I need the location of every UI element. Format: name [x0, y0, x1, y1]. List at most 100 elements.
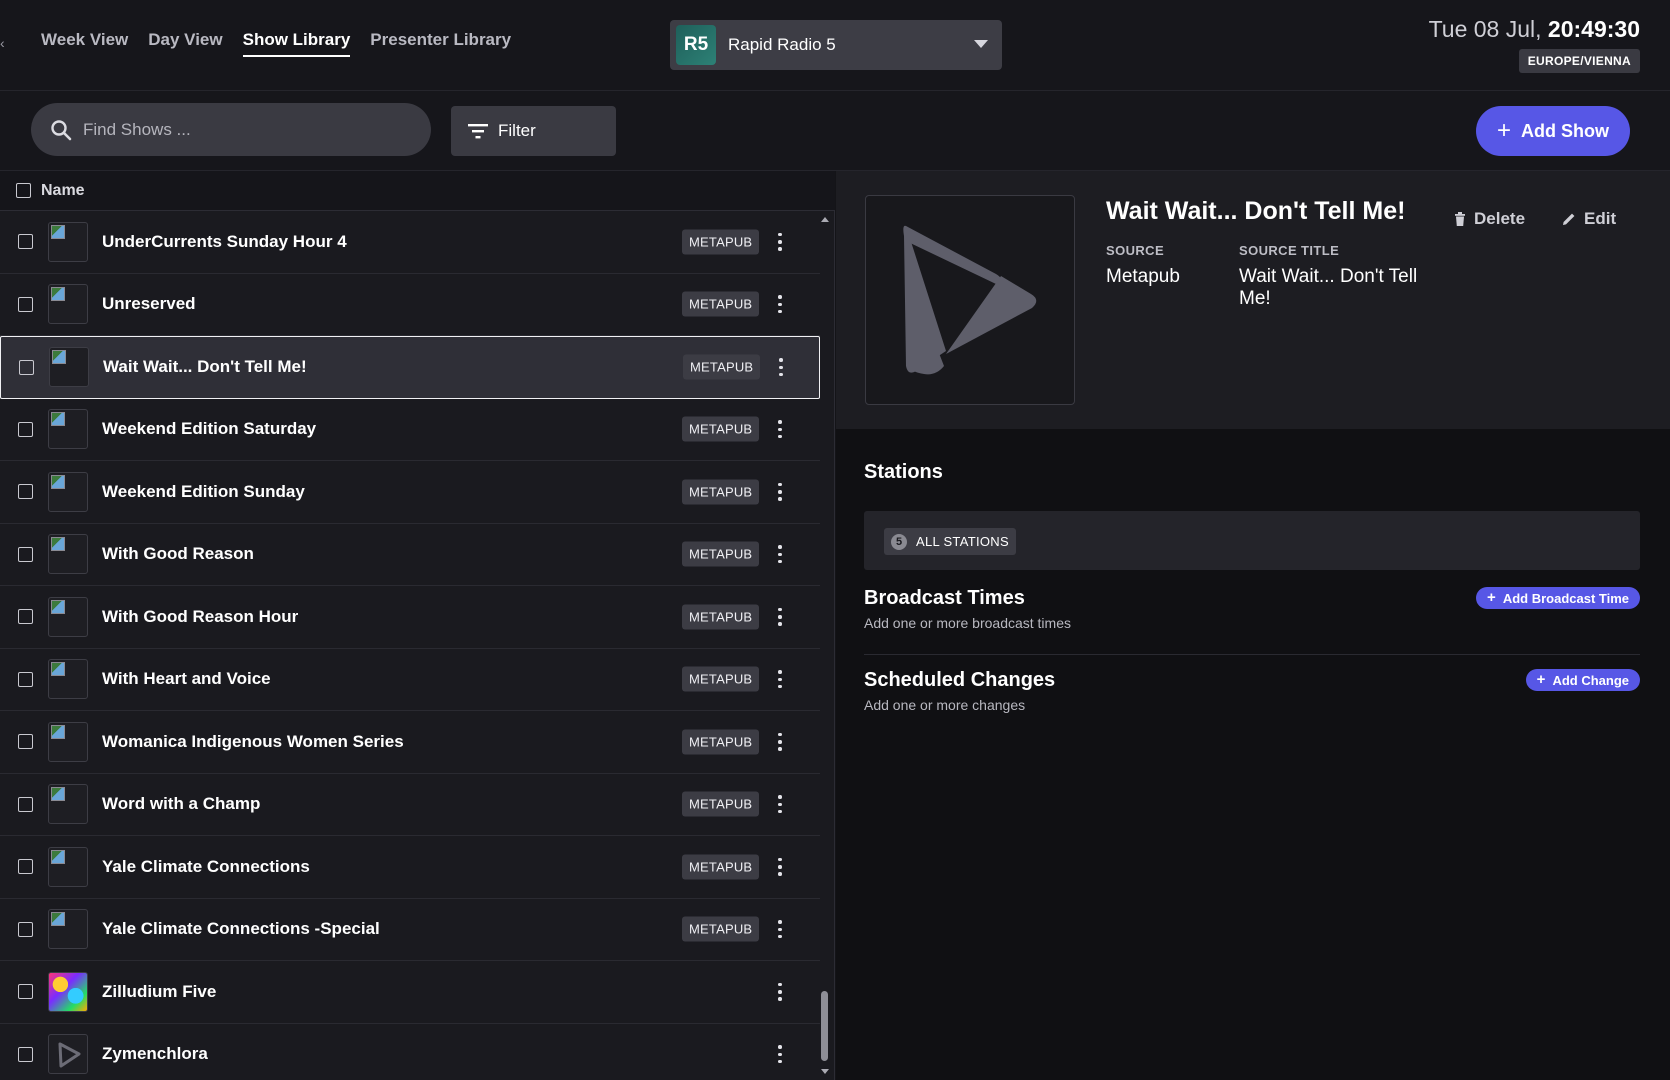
show-row[interactable]: Yale Climate Connections METAPUB [0, 836, 820, 899]
source-badge: METAPUB [682, 541, 760, 567]
show-thumbnail [49, 347, 89, 388]
source-badge: METAPUB [682, 291, 760, 317]
all-stations-label: ALL STATIONS [916, 534, 1009, 549]
show-thumbnail-artwork [48, 971, 88, 1012]
row-checkbox[interactable] [18, 984, 33, 1000]
plus-icon: + [1496, 117, 1511, 144]
kebab-menu-icon[interactable] [777, 920, 783, 939]
add-broadcast-time-button[interactable]: + Add Broadcast Time [1476, 587, 1640, 609]
add-show-button[interactable]: + Add Show [1476, 106, 1630, 156]
show-row[interactable]: With Good Reason METAPUB [0, 524, 820, 586]
kebab-menu-icon[interactable] [777, 482, 783, 501]
main-nav: Week View Day View Show Library Presente… [41, 30, 511, 57]
station-name: Rapid Radio 5 [728, 35, 836, 54]
scheduled-changes-subtitle: Add one or more changes [864, 697, 1026, 713]
source-badge: METAPUB [682, 479, 760, 505]
row-checkbox[interactable] [18, 609, 33, 625]
search-input[interactable] [83, 119, 403, 140]
show-row[interactable]: Weekend Edition Sunday METAPUB [0, 461, 820, 524]
scheduled-changes-title: Scheduled Changes [864, 669, 1056, 691]
kebab-menu-icon[interactable] [777, 607, 783, 626]
add-change-button[interactable]: + Add Change [1525, 669, 1640, 691]
clock: Tue 08 Jul, 20:49:30 EUROPE/VIENNA [1429, 16, 1640, 73]
kebab-menu-icon[interactable] [777, 732, 783, 751]
row-checkbox[interactable] [18, 796, 33, 812]
show-title: Zymenchlora [102, 1044, 208, 1064]
show-row[interactable]: Zilludium Five [0, 961, 820, 1024]
nav-show-library[interactable]: Show Library [242, 30, 351, 57]
row-checkbox[interactable] [18, 421, 33, 437]
nav-day-view[interactable]: Day View [148, 30, 222, 57]
source-label: SOURCE [1106, 243, 1165, 258]
nav-presenter-library[interactable]: Presenter Library [370, 30, 511, 57]
source-value: Metapub [1106, 266, 1180, 287]
kebab-menu-icon[interactable] [777, 420, 783, 439]
kebab-menu-icon[interactable] [778, 358, 784, 377]
column-header-name[interactable]: Name [41, 182, 85, 200]
row-checkbox[interactable] [18, 734, 33, 750]
edit-button[interactable]: Edit [1562, 209, 1616, 229]
edit-label: Edit [1584, 209, 1617, 228]
source-title-value: Wait Wait... Don't Tell Me! [1239, 266, 1418, 309]
source-badge: METAPUB [683, 354, 761, 380]
list-scrollbar[interactable] [818, 211, 832, 1080]
back-chevron-icon[interactable]: ‹ [0, 34, 8, 52]
show-row[interactable]: UnderCurrents Sunday Hour 4 METAPUB [0, 211, 820, 274]
row-checkbox[interactable] [18, 1046, 33, 1062]
show-detail-header: Wait Wait... Don't Tell Me! SOURCE Metap… [836, 171, 1670, 429]
show-list-panel: Name UnderCurrents Sunday Hour 4 METAPUB… [0, 171, 835, 1080]
kebab-menu-icon[interactable] [777, 670, 783, 689]
search-box[interactable] [31, 103, 431, 156]
row-checkbox[interactable] [18, 234, 33, 250]
show-row[interactable]: Womanica Indigenous Women Series METAPUB [0, 711, 820, 774]
row-checkbox[interactable] [18, 859, 33, 875]
plus-icon: + [1487, 589, 1496, 606]
play-logo-icon [48, 1034, 88, 1075]
show-thumbnail [48, 284, 88, 325]
row-checkbox[interactable] [18, 921, 33, 937]
select-all-checkbox[interactable] [16, 183, 31, 198]
kebab-menu-icon[interactable] [777, 232, 783, 251]
row-checkbox[interactable] [18, 546, 33, 562]
clock-time: 20:49:30 [1547, 16, 1640, 42]
row-checkbox[interactable] [18, 296, 33, 312]
delete-button[interactable]: Delete [1454, 209, 1525, 229]
plus-icon: + [1536, 671, 1546, 688]
source-badge: METAPUB [682, 916, 760, 942]
show-row[interactable]: Zymenchlora [0, 1024, 820, 1080]
add-show-label: Add Show [1521, 120, 1609, 141]
show-row[interactable]: With Good Reason Hour METAPUB [0, 586, 820, 649]
show-row[interactable]: Weekend Edition Saturday METAPUB [0, 399, 820, 461]
show-thumbnail [48, 659, 88, 700]
source-title-label: SOURCE TITLE [1239, 243, 1340, 258]
kebab-menu-icon[interactable] [777, 1045, 783, 1064]
clock-date: Tue 08 Jul, [1428, 16, 1542, 42]
scroll-up-icon[interactable] [821, 217, 829, 222]
station-selector[interactable]: R5 Rapid Radio 5 [670, 20, 1002, 70]
filter-button[interactable]: Filter [451, 106, 616, 156]
detail-title: Wait Wait... Don't Tell Me! [1106, 197, 1406, 225]
nav-week-view[interactable]: Week View [41, 30, 128, 57]
show-thumbnail [48, 909, 88, 950]
kebab-menu-icon[interactable] [777, 857, 783, 876]
row-checkbox[interactable] [18, 671, 33, 687]
source-badge: METAPUB [682, 604, 760, 630]
all-stations-chip[interactable]: 5 ALL STATIONS [884, 528, 1016, 555]
source-badge: METAPUB [682, 416, 760, 442]
scroll-thumb[interactable] [821, 991, 828, 1061]
kebab-menu-icon[interactable] [777, 545, 783, 564]
show-row[interactable]: Word with a Champ METAPUB [0, 774, 820, 836]
divider [864, 654, 1640, 655]
show-row[interactable]: Yale Climate Connections -Special METAPU… [0, 899, 820, 961]
scroll-down-icon[interactable] [821, 1069, 829, 1074]
kebab-menu-icon[interactable] [777, 795, 783, 814]
show-row[interactable]: With Heart and Voice METAPUB [0, 649, 820, 711]
show-row-selected[interactable]: Wait Wait... Don't Tell Me! METAPUB [0, 336, 820, 399]
show-row[interactable]: Unreserved METAPUB [0, 274, 820, 336]
show-thumbnail [48, 409, 88, 450]
kebab-menu-icon[interactable] [777, 295, 783, 314]
kebab-menu-icon[interactable] [777, 982, 783, 1001]
row-checkbox[interactable] [19, 359, 34, 375]
show-detail-body: Stations 5 ALL STATIONS Broadcast Times … [836, 429, 1670, 1080]
row-checkbox[interactable] [18, 484, 33, 500]
